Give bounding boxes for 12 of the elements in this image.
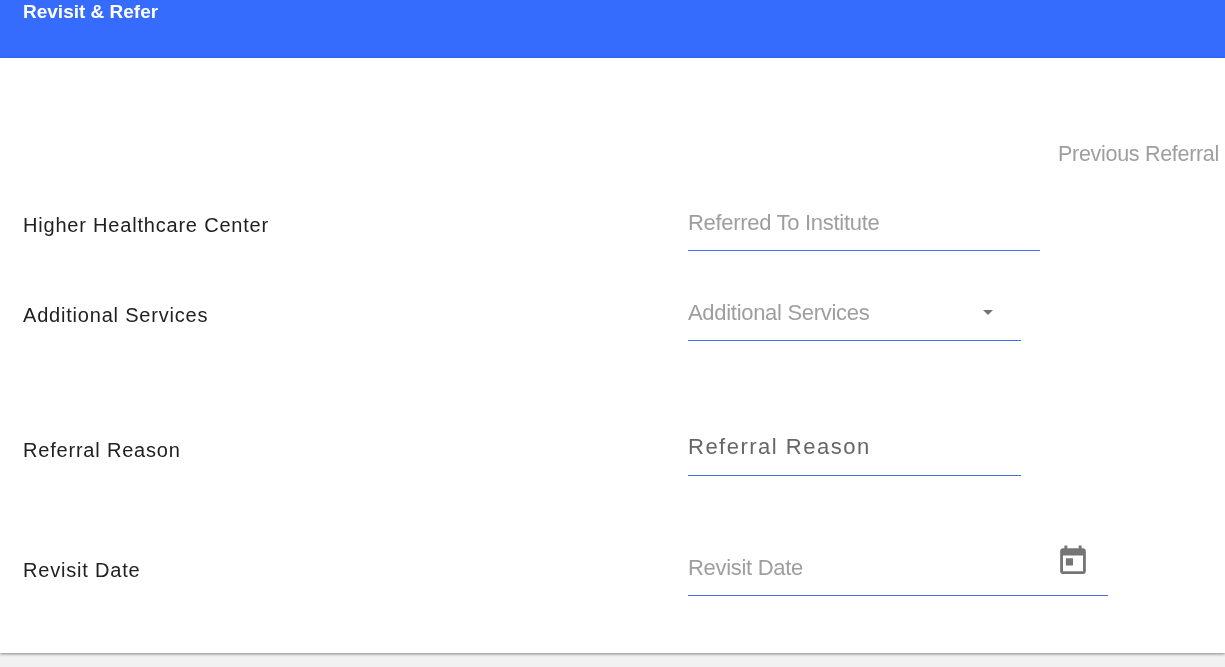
previous-referral-link[interactable]: Previous Referral xyxy=(1058,142,1219,166)
text-field[interactable]: Referred To Institute xyxy=(688,200,1040,251)
page-title: Revisit & Refer xyxy=(23,1,159,23)
caret-icon xyxy=(983,310,993,315)
date-field[interactable]: Revisit Date xyxy=(688,545,1108,596)
field-label: Referral Reason xyxy=(23,439,181,461)
calendar-icon[interactable] xyxy=(1060,544,1086,574)
select-field[interactable]: Additional Services xyxy=(688,290,1021,341)
field-label: Revisit Date xyxy=(23,559,141,581)
textarea-field[interactable]: Referral Reason xyxy=(688,425,1021,476)
field-label: Additional Services xyxy=(23,304,209,326)
field-label: Higher Healthcare Center xyxy=(23,214,269,236)
